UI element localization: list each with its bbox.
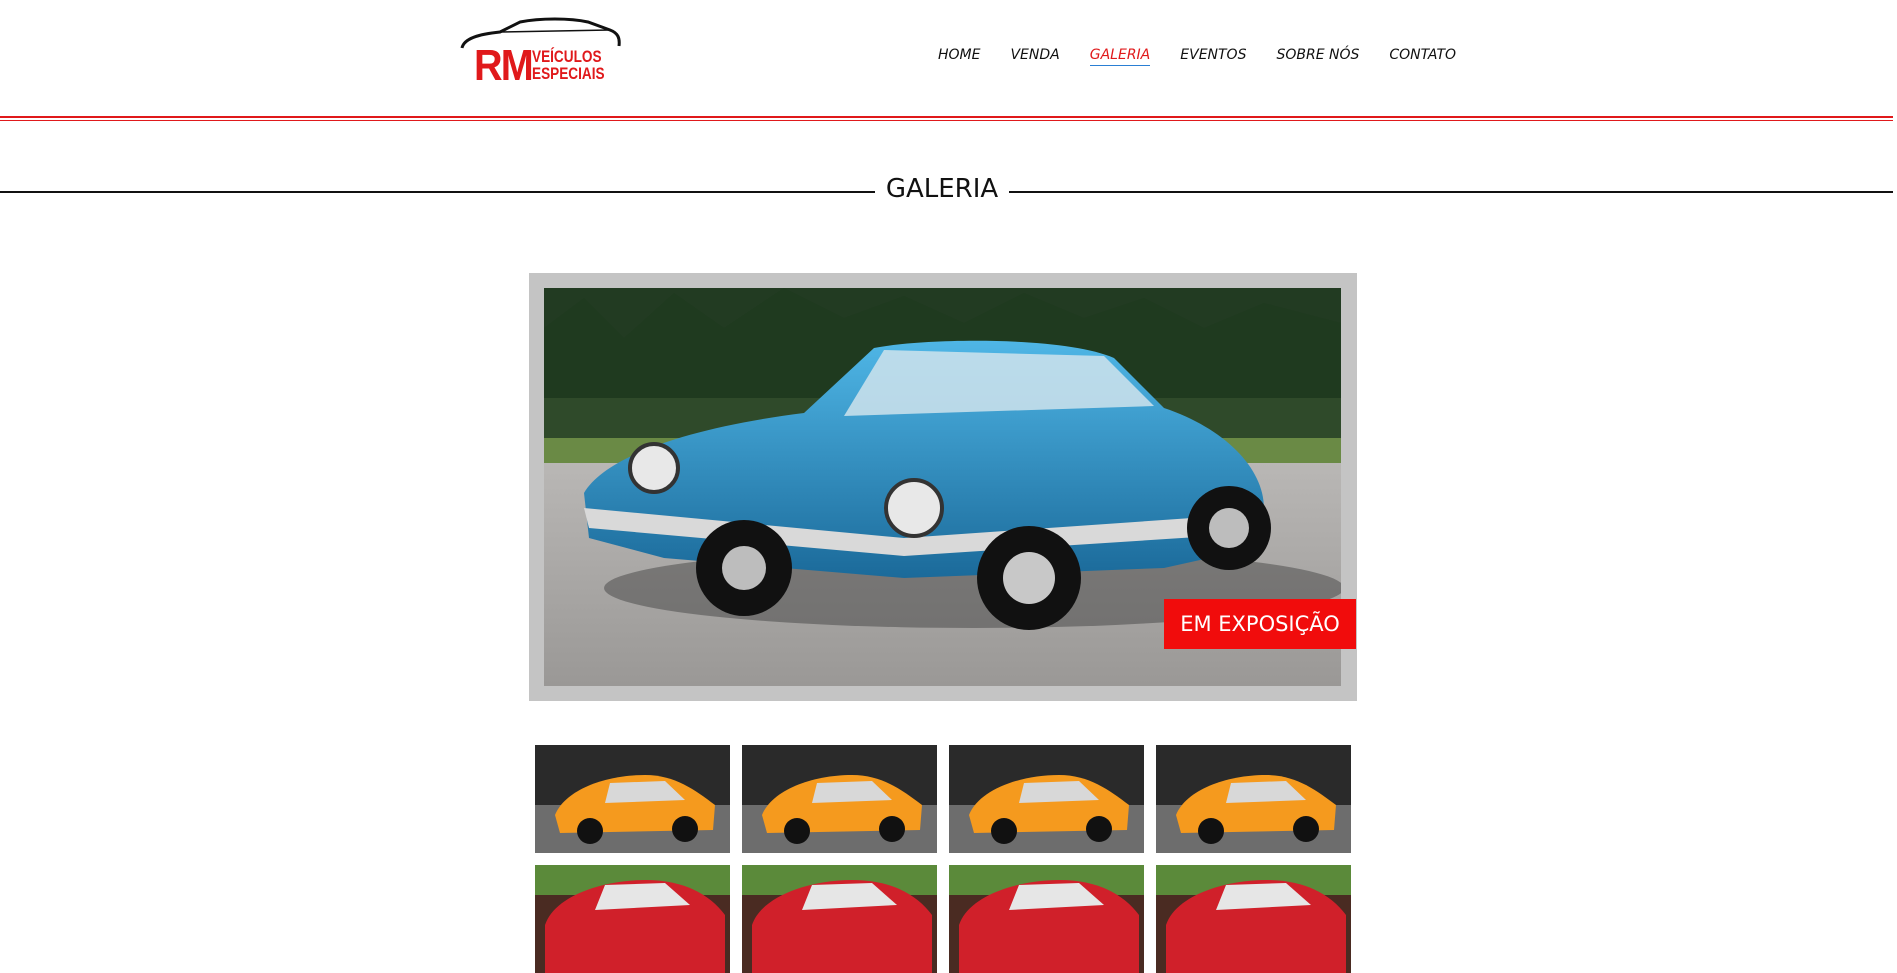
thumbnail-orange-car-3[interactable] <box>949 745 1144 853</box>
thumbnail-orange-car-1[interactable] <box>535 745 730 853</box>
site-header: RM VEÍCULOS ESPECIAIS HOME VENDA GALERIA… <box>0 0 1897 125</box>
logo-line1: VEÍCULOS <box>532 47 602 66</box>
logo-main-text: RM <box>474 41 534 90</box>
exhibition-badge[interactable]: EM EXPOSIÇÃO <box>1164 599 1356 649</box>
nav-venda[interactable]: VENDA <box>1010 47 1059 66</box>
thumbnail-orange-car-4[interactable] <box>1156 745 1351 853</box>
section-heading: GALERIA <box>0 170 1893 210</box>
thumbnail-red-car-4[interactable] <box>1156 865 1351 973</box>
thumbnail-red-car-1[interactable] <box>535 865 730 973</box>
nav-contato[interactable]: CONTATO <box>1389 47 1456 66</box>
header-divider <box>0 116 1893 118</box>
nav-galeria[interactable]: GALERIA <box>1089 47 1151 66</box>
heading-rule-left <box>0 191 875 193</box>
logo-subtitle: VEÍCULOS ESPECIAIS <box>532 48 605 82</box>
logo-line2: ESPECIAIS <box>532 64 605 83</box>
heading-rule-right <box>1009 191 1893 193</box>
thumbnail-orange-car-2[interactable] <box>742 745 937 853</box>
brand-logo[interactable]: RM VEÍCULOS ESPECIAIS <box>460 16 622 88</box>
page-title: GALERIA <box>885 174 999 204</box>
thumbnail-red-car-2[interactable] <box>742 865 937 973</box>
main-nav: HOME VENDA GALERIA EVENTOS SOBRE NÓS CON… <box>938 47 1486 66</box>
nav-home[interactable]: HOME <box>938 47 980 66</box>
header-divider-thin <box>0 120 1893 121</box>
thumbnail-red-car-3[interactable] <box>949 865 1144 973</box>
nav-eventos[interactable]: EVENTOS <box>1180 47 1246 66</box>
nav-sobre-nos[interactable]: SOBRE NÓS <box>1276 47 1359 66</box>
